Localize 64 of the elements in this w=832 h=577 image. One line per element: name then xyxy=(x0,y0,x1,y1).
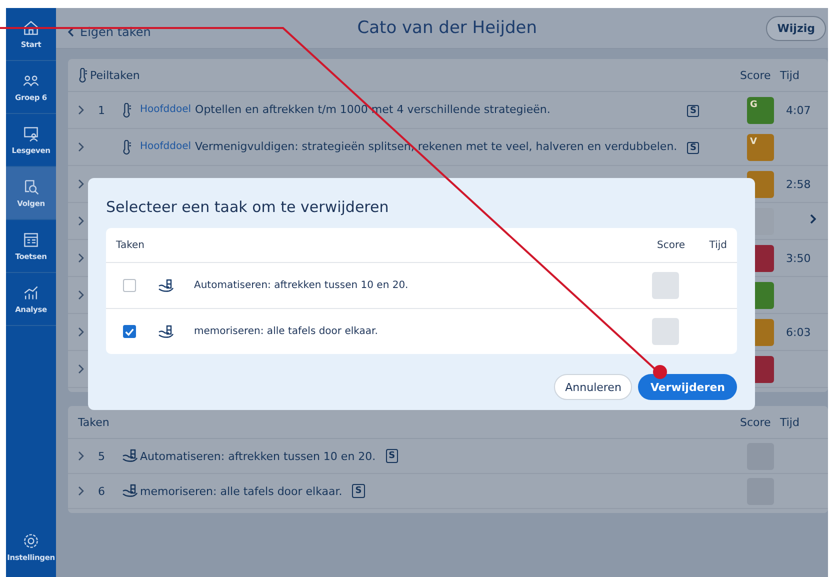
task-title: Automatiseren: aftrekken tussen 10 en 20. xyxy=(140,450,376,462)
task-title: Automatiseren: aftrekken tussen 10 en 20. xyxy=(194,280,410,291)
chevron-icon[interactable] xyxy=(78,327,84,337)
task-row[interactable]: 5 Automatiseren: aftrekken tussen 10 en 20. S xyxy=(68,439,828,474)
column-header: Tijd xyxy=(780,68,800,82)
edit-button[interactable]: Wijzig xyxy=(766,16,826,40)
time-value: 4:07 xyxy=(786,104,811,116)
score-tile xyxy=(652,272,679,299)
score-tile: G xyxy=(747,96,774,124)
time-value: 3:50 xyxy=(786,252,811,264)
hand-icon xyxy=(122,484,138,498)
hand-icon xyxy=(122,449,138,463)
task-title: memoriseren: alle tafels door elkaar. xyxy=(194,326,379,337)
row-number: 6 xyxy=(98,484,106,498)
section-title: Peiltaken xyxy=(90,68,140,82)
s-badge: S xyxy=(687,142,700,154)
column-header: Taken xyxy=(116,240,145,250)
chevron-icon[interactable] xyxy=(78,290,84,300)
time-value: 6:03 xyxy=(786,326,811,338)
checkbox[interactable] xyxy=(123,325,136,338)
search-icon xyxy=(22,178,40,196)
hand-icon xyxy=(158,278,174,292)
chevron-icon[interactable] xyxy=(78,216,84,226)
column-header: Score xyxy=(657,240,686,250)
score-tile: V xyxy=(747,134,774,160)
thermometer-icon xyxy=(122,102,131,118)
column-header: Tijd xyxy=(708,240,727,250)
goal-tag: Hoofddoel xyxy=(140,140,192,154)
column-header: Score xyxy=(740,68,772,82)
column-header: Score xyxy=(740,416,772,428)
chevron-icon[interactable] xyxy=(78,179,84,189)
chart-icon xyxy=(22,284,40,302)
checklist-icon xyxy=(22,231,40,249)
chevron-icon[interactable] xyxy=(78,486,84,496)
home-icon xyxy=(22,19,40,37)
time-value: 2:58 xyxy=(786,178,811,190)
chevron-icon[interactable] xyxy=(78,105,84,115)
chevron-icon[interactable] xyxy=(78,253,84,263)
hand-icon xyxy=(158,324,174,338)
settings-icon xyxy=(22,532,40,550)
chevron-icon[interactable] xyxy=(810,214,816,224)
score-tile xyxy=(652,318,679,345)
task-title: memoriseren: alle tafels door elkaar. xyxy=(140,484,342,498)
s-badge: S xyxy=(352,484,365,498)
s-badge: S xyxy=(687,105,700,117)
row-number: 1 xyxy=(98,104,105,116)
presentation-icon xyxy=(22,125,40,143)
chevron-icon[interactable] xyxy=(78,142,84,152)
thermometer-icon xyxy=(78,68,87,82)
goal-tag: Hoofddoel xyxy=(140,103,192,117)
cancel-button[interactable]: Annuleren xyxy=(554,374,632,400)
thermometer-icon xyxy=(122,140,131,154)
back-chevron-icon xyxy=(68,27,74,37)
chevron-icon[interactable] xyxy=(78,364,84,374)
s-badge: S xyxy=(386,449,398,463)
task-row[interactable]: 6 memoriseren: alle tafels door elkaar. S xyxy=(68,474,828,509)
delete-button[interactable]: Verwijderen xyxy=(638,374,737,400)
page-title: Cato van der Heijden xyxy=(356,18,538,38)
section-title: Taken xyxy=(78,416,110,428)
checkbox[interactable] xyxy=(123,279,136,292)
chevron-icon[interactable] xyxy=(78,451,84,461)
column-header: Tijd xyxy=(780,416,800,428)
dialog-title: Selecteer een taak om te verwijderen xyxy=(106,198,390,216)
row-number: 5 xyxy=(98,450,106,462)
